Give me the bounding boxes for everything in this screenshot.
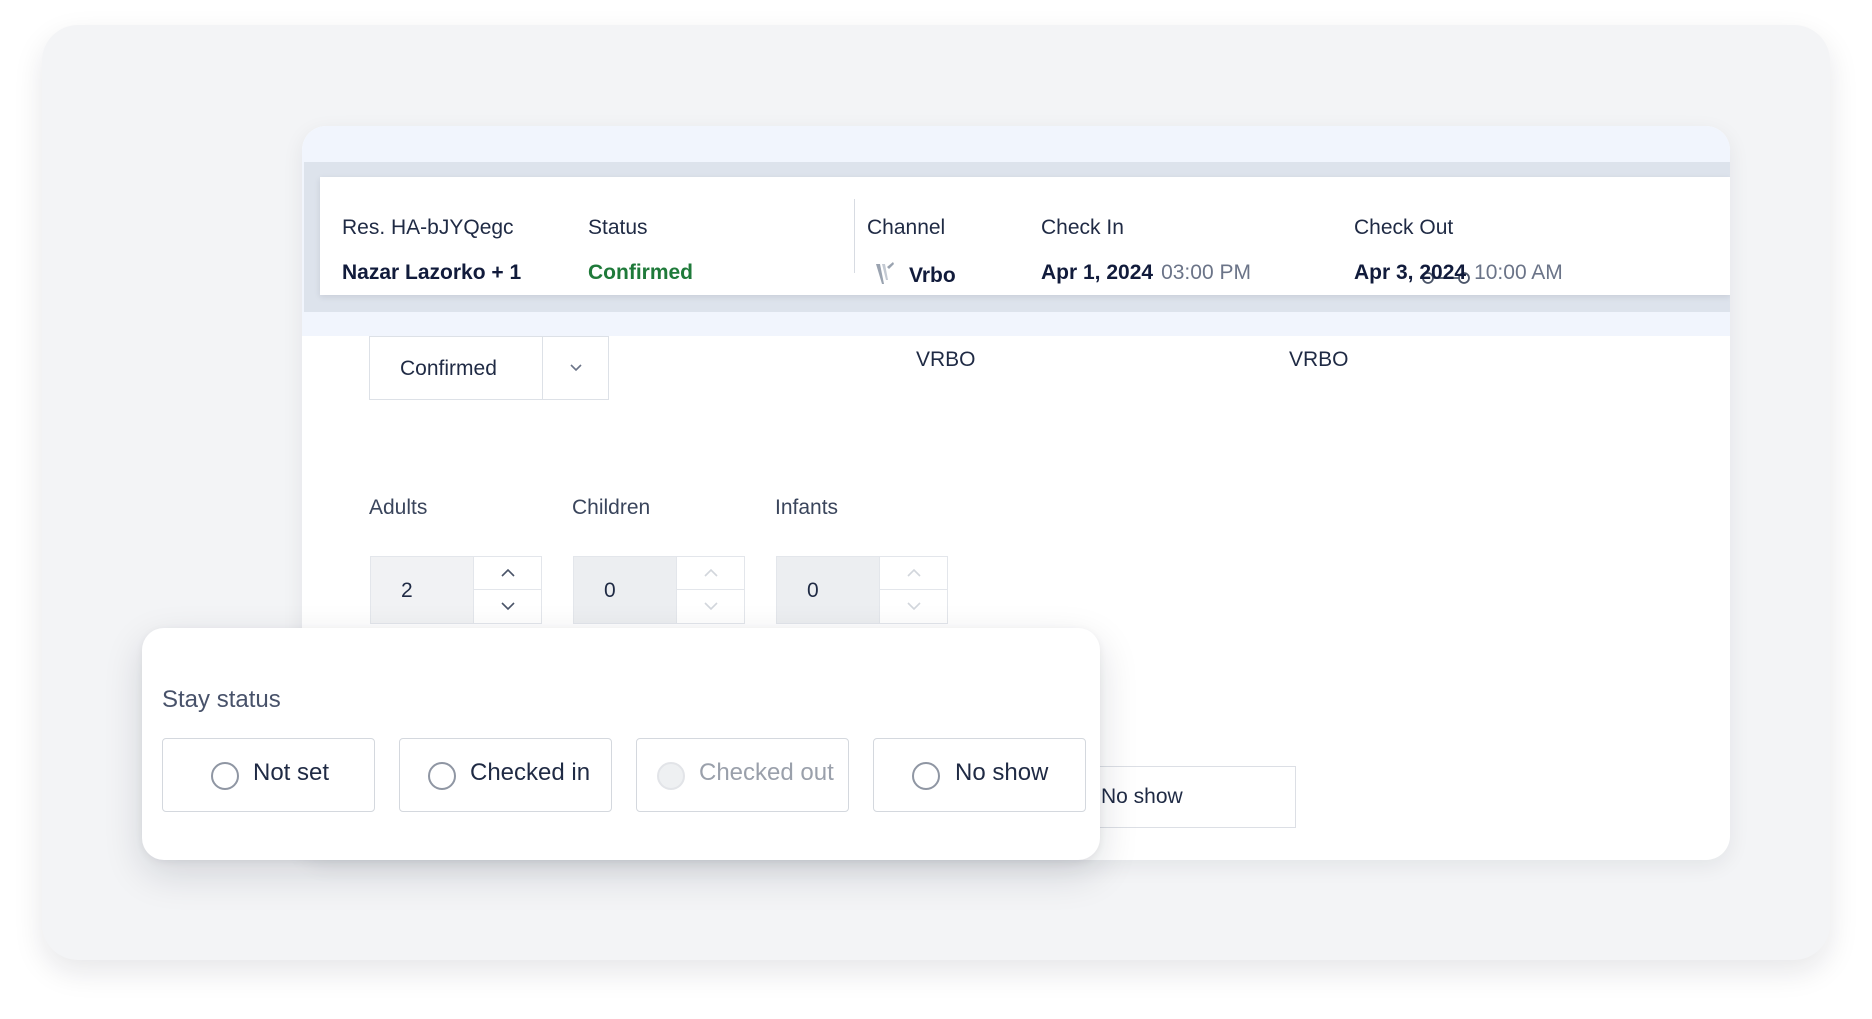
radio-circle-icon <box>657 762 685 790</box>
chevron-up-icon <box>501 568 515 577</box>
check-in-date: Apr 1, 2024 <box>1041 261 1154 284</box>
background-no-show-option[interactable]: No show <box>1076 766 1296 828</box>
reservation-id: Res. HA-bJYQegc <box>342 216 514 239</box>
chevron-up-icon <box>907 568 921 577</box>
children-stepper[interactable]: 0 <box>573 556 745 624</box>
check-out-date: Apr 3, 2024 <box>1354 261 1467 284</box>
chevron-down-icon[interactable] <box>566 357 586 377</box>
infants-label: Infants <box>775 496 839 519</box>
vrbo-logo-icon <box>876 262 894 284</box>
check-out-time: 10:00 AM <box>1474 261 1563 284</box>
stay-status-popup: Stay status Not set Checked in Checked o… <box>142 628 1100 860</box>
adults-decrement-button[interactable] <box>474 590 541 623</box>
children-decrement-button[interactable] <box>677 590 744 623</box>
children-increment-button[interactable] <box>677 557 744 590</box>
infants-stepper-buttons <box>879 557 947 623</box>
check-out-label: Check Out <box>1354 216 1454 239</box>
radio-circle-icon[interactable] <box>428 762 456 790</box>
chevron-up-icon <box>704 568 718 577</box>
infants-decrement-button[interactable] <box>880 590 947 623</box>
option-label: Checked in <box>470 759 591 786</box>
guest-name[interactable]: Nazar Lazorko + 1 <box>342 261 521 285</box>
option-label: Not set <box>253 759 330 786</box>
radio-circle-icon[interactable] <box>912 762 940 790</box>
check-in-time: 03:00 PM <box>1161 261 1251 284</box>
check-out-value: Apr 3, 2024 10:00 AM <box>1354 261 1563 285</box>
option-label: Checked out <box>699 759 834 786</box>
adults-increment-button[interactable] <box>474 557 541 590</box>
stay-status-option-checked-out: Checked out <box>636 738 849 812</box>
status-label: Status <box>588 216 648 239</box>
status-value: Confirmed <box>588 261 693 284</box>
channel-field-2: VRBO <box>1289 348 1349 371</box>
stay-status-title: Stay status <box>162 686 281 713</box>
channel-value: Vrbo <box>873 261 956 288</box>
status-select[interactable]: Confirmed <box>369 336 609 400</box>
chevron-down-icon <box>907 602 921 611</box>
radio-circle-icon[interactable] <box>211 762 239 790</box>
adults-stepper-buttons <box>473 557 541 623</box>
channel-name: Vrbo <box>909 264 956 287</box>
infants-stepper[interactable]: 0 <box>776 556 948 624</box>
channel-field-1: VRBO <box>916 348 976 371</box>
children-value: 0 <box>604 579 616 602</box>
option-label: No show <box>955 759 1049 786</box>
children-label: Children <box>572 496 651 519</box>
background-no-show-label: No show <box>1101 785 1183 808</box>
infants-increment-button[interactable] <box>880 557 947 590</box>
header-divider <box>854 199 855 273</box>
channel-label: Channel <box>867 216 946 239</box>
status-select-value: Confirmed <box>400 357 497 380</box>
adults-value: 2 <box>401 579 413 602</box>
stay-status-option-no-show[interactable]: No show <box>873 738 1086 812</box>
children-stepper-buttons <box>676 557 744 623</box>
infants-value: 0 <box>807 579 819 602</box>
reservation-header-band: Res. HA-bJYQegc Nazar Lazorko + 1 Status… <box>304 162 1730 312</box>
adults-label: Adults <box>369 496 428 519</box>
check-in-value: Apr 1, 2024 03:00 PM <box>1041 261 1251 285</box>
infants-input[interactable]: 0 <box>777 557 879 623</box>
stay-status-option-not-set[interactable]: Not set <box>162 738 375 812</box>
select-divider <box>542 337 543 399</box>
check-in-label: Check In <box>1041 216 1124 239</box>
adults-input[interactable]: 2 <box>371 557 473 623</box>
stay-status-option-checked-in[interactable]: Checked in <box>399 738 612 812</box>
adults-stepper[interactable]: 2 <box>370 556 542 624</box>
chevron-down-icon <box>704 602 718 611</box>
reservation-header: Res. HA-bJYQegc Nazar Lazorko + 1 Status… <box>320 177 1730 295</box>
chevron-down-icon <box>501 602 515 611</box>
children-input[interactable]: 0 <box>574 557 676 623</box>
